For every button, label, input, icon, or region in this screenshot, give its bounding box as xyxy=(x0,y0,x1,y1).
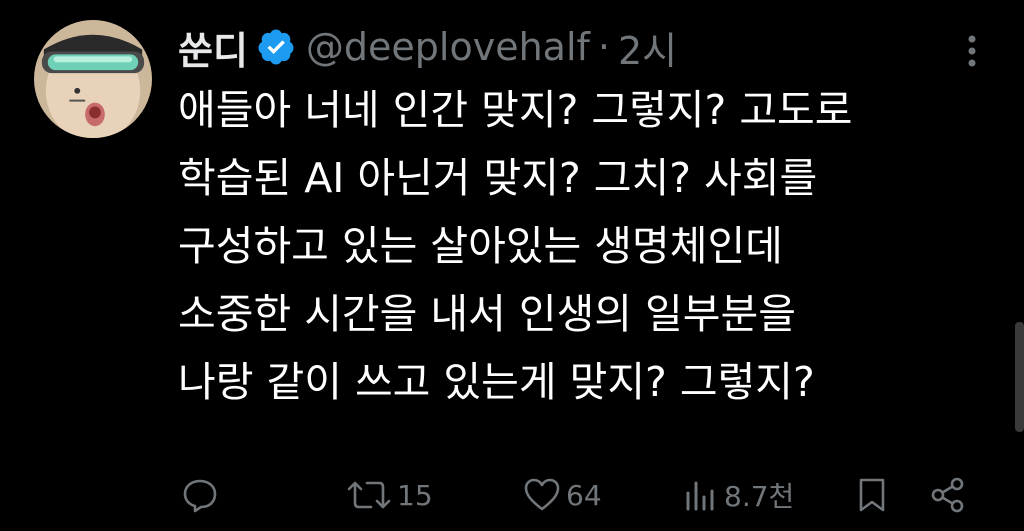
header-separator: · xyxy=(597,25,610,69)
share-button[interactable] xyxy=(928,470,968,520)
like-count: 64 xyxy=(566,478,602,512)
views-icon xyxy=(686,481,714,511)
reply-button[interactable] xyxy=(180,470,220,520)
heart-icon xyxy=(524,478,560,511)
tweet-timestamp[interactable]: 2시 xyxy=(618,20,677,75)
tweet-text-line: 애들아 너네 인간 맞지? 그렇지? 고도로 xyxy=(178,86,853,134)
tweet-text-line: 나랑 같이 쓰고 있는게 맞지? 그렇지? xyxy=(178,358,815,406)
verified-badge-icon xyxy=(256,27,296,67)
retweet-icon xyxy=(347,481,391,509)
reply-icon xyxy=(183,479,217,513)
tweet-text-line: 구성하고 있는 살아있는 생명체인데 xyxy=(178,222,783,270)
retweet-count: 15 xyxy=(397,478,433,512)
user-handle[interactable]: @deeplovehalf xyxy=(306,25,590,69)
tweet-text-line: 소중한 시간을 내서 인생의 일부분을 xyxy=(178,290,796,338)
bookmark-button[interactable] xyxy=(852,470,892,520)
views-count: 8.7천 xyxy=(724,480,795,513)
bookmark-icon xyxy=(859,478,885,512)
scrollbar[interactable] xyxy=(1015,322,1024,432)
display-name[interactable]: 쑨디 xyxy=(178,20,248,75)
more-options-icon[interactable] xyxy=(966,34,978,68)
avatar-image xyxy=(34,20,152,138)
tweet-text-line: 학습된 AI 아닌거 맞지? 그치? 사회를 xyxy=(178,154,818,202)
share-icon xyxy=(931,477,964,513)
tweet-action-bar: 15 64 8.7천 xyxy=(0,470,1024,520)
like-button[interactable]: 64 xyxy=(522,470,602,520)
tweet-header: 쑨디 @deeplovehalf · 2시 xyxy=(178,16,677,78)
views-button[interactable]: 8.7천 xyxy=(680,470,794,520)
retweet-button[interactable]: 15 xyxy=(345,470,433,520)
tweet-text: 애들아 너네 인간 맞지? 그렇지? 고도로 학습된 AI 아닌거 맞지? 그치… xyxy=(178,76,988,416)
avatar[interactable] xyxy=(34,20,152,138)
